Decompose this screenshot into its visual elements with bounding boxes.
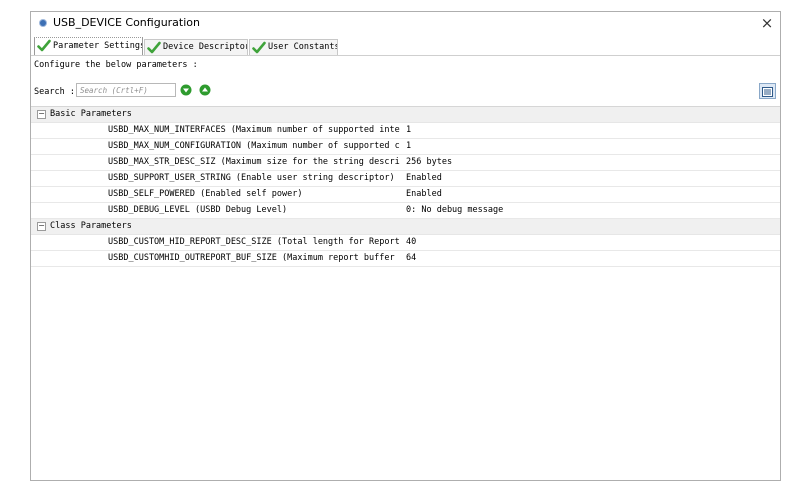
- parameter-value[interactable]: 1: [406, 125, 411, 135]
- table-row[interactable]: USBD_SUPPORT_USER_STRING (Enable user st…: [31, 171, 780, 187]
- window-title: USB_DEVICE Configuration: [53, 16, 200, 29]
- search-label: Search :: [34, 87, 75, 97]
- parameter-name: USBD_SELF_POWERED (Enabled self power): [108, 189, 303, 199]
- parameter-name: USBD_MAX_STR_DESC_SIZ (Maximum size for …: [108, 157, 400, 167]
- parameter-name: USBD_MAX_NUM_CONFIGURATION (Maximum numb…: [108, 141, 400, 151]
- table-row[interactable]: USBD_SELF_POWERED (Enabled self power) E…: [31, 187, 780, 203]
- collapse-toggle-icon[interactable]: −: [37, 110, 46, 119]
- green-arrow-up-icon[interactable]: [199, 84, 211, 96]
- green-arrow-down-icon[interactable]: [180, 84, 192, 96]
- tab-device-descriptor[interactable]: Device Descriptor: [144, 39, 248, 55]
- parameter-value[interactable]: 256 bytes: [406, 157, 452, 167]
- usb-app-icon: [40, 20, 46, 26]
- table-row[interactable]: USBD_MAX_NUM_INTERFACES (Maximum number …: [31, 123, 780, 139]
- parameter-value[interactable]: Enabled: [406, 173, 442, 183]
- group-class-parameters[interactable]: − Class Parameters: [31, 219, 780, 235]
- parameter-value[interactable]: 0: No debug message: [406, 205, 503, 215]
- parameter-name: USBD_CUSTOM_HID_REPORT_DESC_SIZE (Total …: [108, 237, 400, 247]
- green-check-icon: [147, 41, 161, 54]
- parameter-name: USBD_MAX_NUM_INTERFACES (Maximum number …: [108, 125, 400, 135]
- search-input[interactable]: [76, 83, 176, 97]
- table-row[interactable]: USBD_CUSTOM_HID_REPORT_DESC_SIZE (Total …: [31, 235, 780, 251]
- group-label: Class Parameters: [50, 221, 132, 231]
- parameter-name: USBD_DEBUG_LEVEL (USBD Debug Level): [108, 205, 288, 215]
- tab-user-constants[interactable]: User Constants: [249, 39, 338, 55]
- parameter-value[interactable]: 64: [406, 253, 416, 263]
- tab-parameter-settings[interactable]: Parameter Settings: [34, 37, 143, 55]
- table-row[interactable]: USBD_MAX_NUM_CONFIGURATION (Maximum numb…: [31, 139, 780, 155]
- tab-label: User Constants: [268, 42, 338, 52]
- title-bar: USB_DEVICE Configuration ×: [31, 12, 780, 36]
- list-view-icon: [762, 87, 773, 97]
- group-label: Basic Parameters: [50, 109, 132, 119]
- tab-label: Device Descriptor: [163, 42, 248, 52]
- tab-bar: Parameter Settings Device Descriptor Use…: [31, 37, 780, 56]
- parameter-value[interactable]: 40: [406, 237, 416, 247]
- close-button[interactable]: ×: [756, 13, 778, 33]
- group-basic-parameters[interactable]: − Basic Parameters: [31, 107, 780, 123]
- instruction-text: Configure the below parameters :: [34, 60, 198, 70]
- green-check-icon: [37, 39, 51, 52]
- parameter-name: USBD_CUSTOMHID_OUTREPORT_BUF_SIZE (Maxim…: [108, 253, 400, 263]
- collapse-toggle-icon[interactable]: −: [37, 222, 46, 231]
- tab-label: Parameter Settings: [53, 41, 143, 51]
- parameter-value[interactable]: Enabled: [406, 189, 442, 199]
- configuration-window: USB_DEVICE Configuration × Parameter Set…: [30, 11, 781, 481]
- table-row[interactable]: USBD_MAX_STR_DESC_SIZ (Maximum size for …: [31, 155, 780, 171]
- table-row[interactable]: USBD_DEBUG_LEVEL (USBD Debug Level) 0: N…: [31, 203, 780, 219]
- parameter-tree: − Basic Parameters USBD_MAX_NUM_INTERFAC…: [31, 106, 780, 480]
- parameter-value[interactable]: 1: [406, 141, 411, 151]
- parameter-name: USBD_SUPPORT_USER_STRING (Enable user st…: [108, 173, 395, 183]
- table-row[interactable]: USBD_CUSTOMHID_OUTREPORT_BUF_SIZE (Maxim…: [31, 251, 780, 267]
- view-toggle-button[interactable]: [759, 83, 776, 99]
- green-check-icon: [252, 41, 266, 54]
